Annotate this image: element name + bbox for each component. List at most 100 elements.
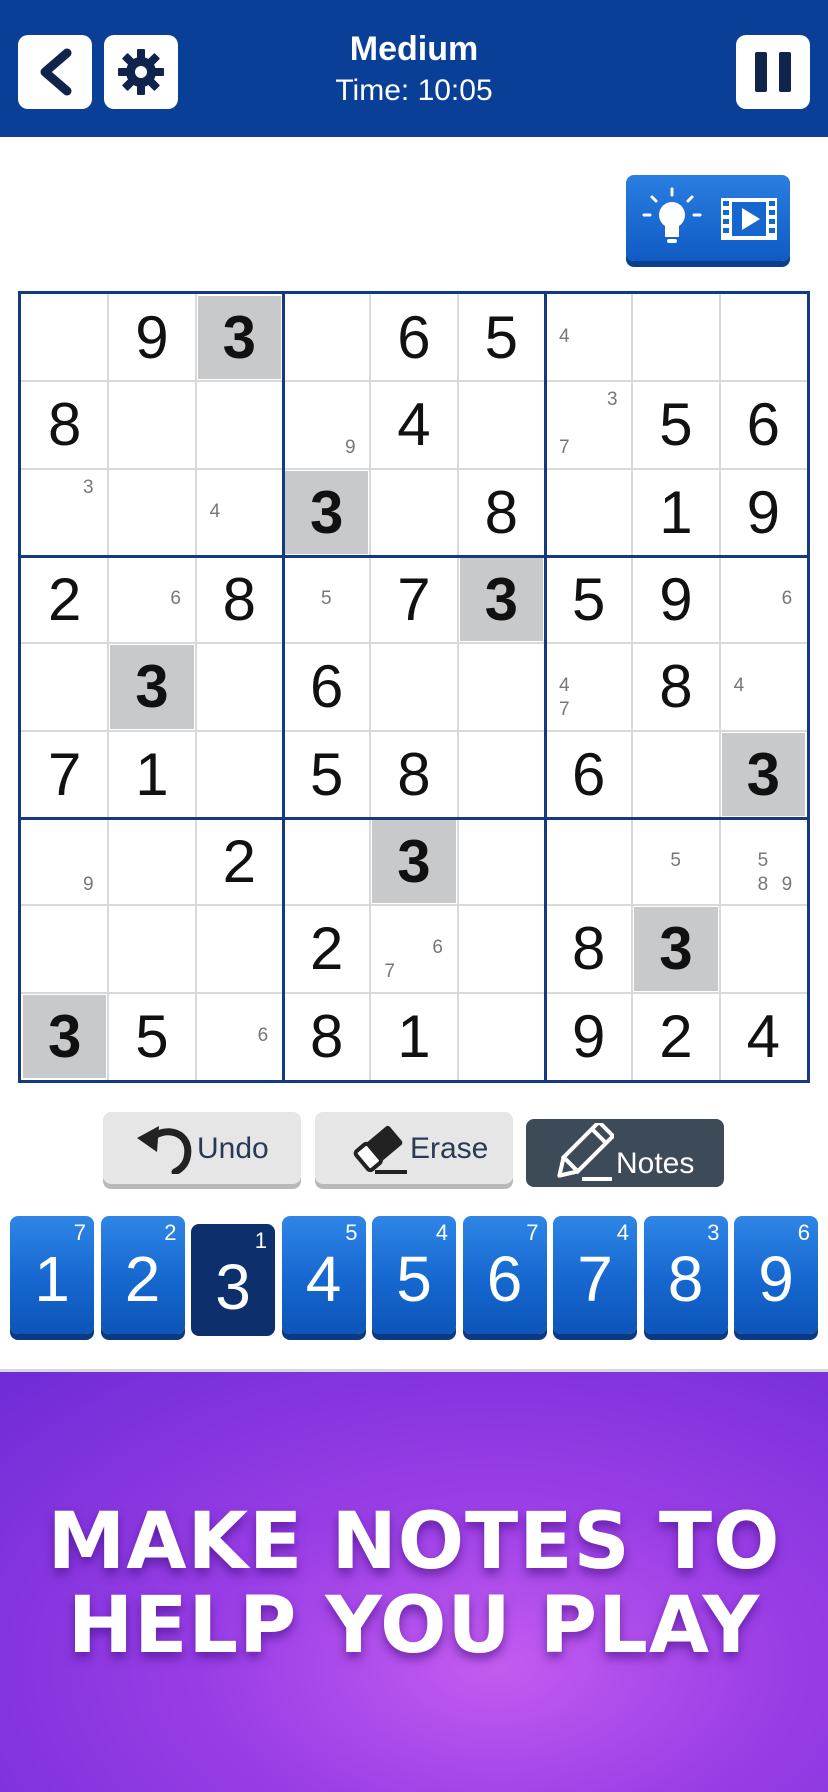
notes-label: Notes	[616, 1147, 695, 1180]
sudoku-cell[interactable]: 2	[285, 907, 368, 990]
sudoku-cell[interactable]	[198, 383, 281, 466]
sudoku-cell[interactable]: 8	[460, 471, 543, 554]
back-button[interactable]	[18, 35, 92, 109]
sudoku-cell[interactable]	[722, 296, 805, 379]
sudoku-cell[interactable]: 3	[634, 907, 718, 991]
sudoku-cell[interactable]: 6	[547, 733, 630, 816]
number-key-1[interactable]: 17	[10, 1216, 94, 1334]
sudoku-cell[interactable]	[634, 733, 717, 816]
number-key-3[interactable]: 31	[191, 1224, 275, 1336]
sudoku-cell[interactable]	[23, 296, 106, 379]
sudoku-cell[interactable]	[198, 645, 281, 728]
sudoku-cell[interactable]	[285, 820, 368, 903]
sudoku-cell[interactable]	[198, 907, 281, 990]
promo-headline: MAKE NOTES TO HELP YOU PLAY	[0, 1500, 828, 1668]
sudoku-cell[interactable]	[372, 645, 455, 728]
sudoku-cell[interactable]: 9	[110, 296, 193, 379]
sudoku-cell[interactable]	[198, 995, 281, 1078]
sudoku-cell[interactable]: 7	[23, 733, 106, 816]
sudoku-cell[interactable]	[23, 907, 106, 990]
sudoku-cell[interactable]: 4	[372, 383, 455, 466]
sudoku-cell[interactable]: 2	[198, 820, 281, 903]
pause-button[interactable]	[736, 35, 810, 109]
grid-line	[631, 294, 634, 1080]
sudoku-cell[interactable]: 9	[547, 995, 630, 1078]
sudoku-cell[interactable]: 8	[372, 733, 455, 816]
sudoku-cell[interactable]: 6	[372, 296, 455, 379]
number-key-5[interactable]: 54	[372, 1216, 456, 1334]
pencil-icon	[557, 1123, 614, 1181]
sudoku-cell[interactable]: 8	[547, 907, 630, 990]
sudoku-cell[interactable]: 6	[285, 645, 368, 728]
number-key-6[interactable]: 67	[462, 1216, 547, 1334]
sudoku-cell[interactable]	[372, 471, 455, 554]
sudoku-cell[interactable]	[110, 383, 193, 466]
sudoku-cell[interactable]	[460, 383, 543, 466]
sudoku-cell[interactable]: 8	[285, 995, 368, 1078]
number-key-8[interactable]: 83	[643, 1216, 728, 1334]
sudoku-cell[interactable]: 9	[722, 471, 805, 554]
sudoku-cell[interactable]	[460, 995, 543, 1078]
sudoku-cell[interactable]	[460, 907, 543, 990]
sudoku-cell[interactable]: 3	[285, 470, 369, 554]
sudoku-cell[interactable]: 4	[722, 995, 805, 1078]
grid-line	[21, 991, 807, 994]
number-key-9[interactable]: 96	[734, 1216, 818, 1334]
sudoku-cell[interactable]: 6	[722, 383, 805, 466]
sudoku-cell[interactable]: 3	[372, 820, 456, 904]
sudoku-cell[interactable]: 5	[110, 995, 193, 1078]
sudoku-cell[interactable]	[198, 733, 281, 816]
sudoku-cell[interactable]: 5	[460, 296, 543, 379]
sudoku-cell[interactable]	[285, 383, 368, 466]
erase-button[interactable]: Erase	[315, 1112, 513, 1184]
sudoku-cell[interactable]: 2	[23, 558, 106, 641]
sudoku-cell[interactable]: 3	[197, 296, 281, 380]
hint-video-button[interactable]	[626, 175, 790, 261]
sudoku-cell[interactable]	[110, 471, 193, 554]
sudoku-cell[interactable]	[23, 820, 106, 903]
sudoku-cell[interactable]: 2	[634, 995, 717, 1078]
sudoku-cell[interactable]	[634, 296, 717, 379]
undo-button[interactable]: Undo	[103, 1112, 301, 1184]
sudoku-cell[interactable]	[547, 471, 630, 554]
sudoku-cell[interactable]: 5	[634, 383, 717, 466]
sudoku-cell[interactable]: 1	[372, 995, 455, 1078]
promo-line-2: HELP YOU PLAY	[67, 1581, 761, 1671]
sudoku-cell[interactable]: 5	[285, 733, 368, 816]
grid-line	[21, 904, 807, 907]
sudoku-cell[interactable]: 8	[23, 383, 106, 466]
sudoku-cell[interactable]	[110, 558, 193, 641]
sudoku-cell[interactable]: 3	[23, 994, 107, 1078]
number-key-7[interactable]: 74	[553, 1216, 637, 1334]
sudoku-cell[interactable]	[23, 645, 106, 728]
sudoku-cell[interactable]: 7	[372, 558, 455, 641]
sudoku-cell[interactable]: 1	[634, 471, 717, 554]
sudoku-cell[interactable]: 5	[547, 558, 630, 641]
video-play-icon	[721, 198, 777, 240]
remaining-count: 7	[73, 1220, 86, 1245]
remaining-count: 3	[707, 1220, 720, 1245]
notes-button[interactable]: Notes	[526, 1119, 724, 1187]
sudoku-cell[interactable]: 1	[110, 733, 193, 816]
sudoku-cell[interactable]	[460, 733, 543, 816]
sudoku-cell[interactable]	[285, 296, 368, 379]
sudoku-cell[interactable]	[722, 558, 805, 641]
sudoku-cell[interactable]	[460, 645, 543, 728]
sudoku-cell[interactable]	[110, 820, 193, 903]
cell-note: 6	[257, 1024, 269, 1046]
sudoku-cell[interactable]	[110, 907, 193, 990]
sudoku-cell[interactable]: 8	[198, 558, 281, 641]
number-key-4[interactable]: 45	[281, 1216, 366, 1334]
sudoku-cell[interactable]	[23, 471, 106, 554]
sudoku-cell[interactable]: 3	[459, 558, 543, 642]
sudoku-cell[interactable]: 8	[634, 645, 717, 728]
sudoku-cell[interactable]	[722, 907, 805, 990]
sudoku-cell[interactable]: 3	[110, 645, 194, 729]
sudoku-cell[interactable]: 9	[634, 558, 717, 641]
number-key-2[interactable]: 22	[100, 1216, 185, 1334]
sudoku-cell[interactable]	[460, 820, 543, 903]
sudoku-cell[interactable]: 3	[721, 732, 805, 816]
cell-note: 7	[384, 961, 395, 983]
settings-button[interactable]	[104, 35, 178, 109]
sudoku-cell[interactable]	[547, 820, 630, 903]
